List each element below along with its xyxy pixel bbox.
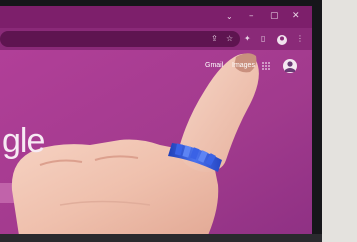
browser-titlebar (0, 6, 312, 28)
close-button[interactable]: ✕ (292, 12, 300, 21)
images-link[interactable]: Images (232, 62, 255, 69)
share-icon[interactable]: ⇪ (211, 35, 218, 43)
maximize-button[interactable]: ▢ (270, 12, 279, 21)
address-bar (0, 31, 240, 47)
wall-right (322, 0, 357, 242)
side-panel-icon[interactable]: ▯ (261, 35, 265, 43)
extensions-icon[interactable]: ✦ (244, 35, 251, 43)
star-icon[interactable]: ☆ (226, 35, 233, 43)
chevron-down-icon[interactable]: ⌄ (226, 13, 233, 21)
more-icon[interactable]: ⋮ (296, 35, 304, 43)
minimize-button[interactable]: – (249, 12, 254, 21)
laptop-base (0, 234, 322, 242)
google-logo-partial: gle (2, 122, 45, 160)
apps-grid-icon (262, 62, 270, 70)
gmail-link[interactable]: Gmail (205, 62, 223, 69)
